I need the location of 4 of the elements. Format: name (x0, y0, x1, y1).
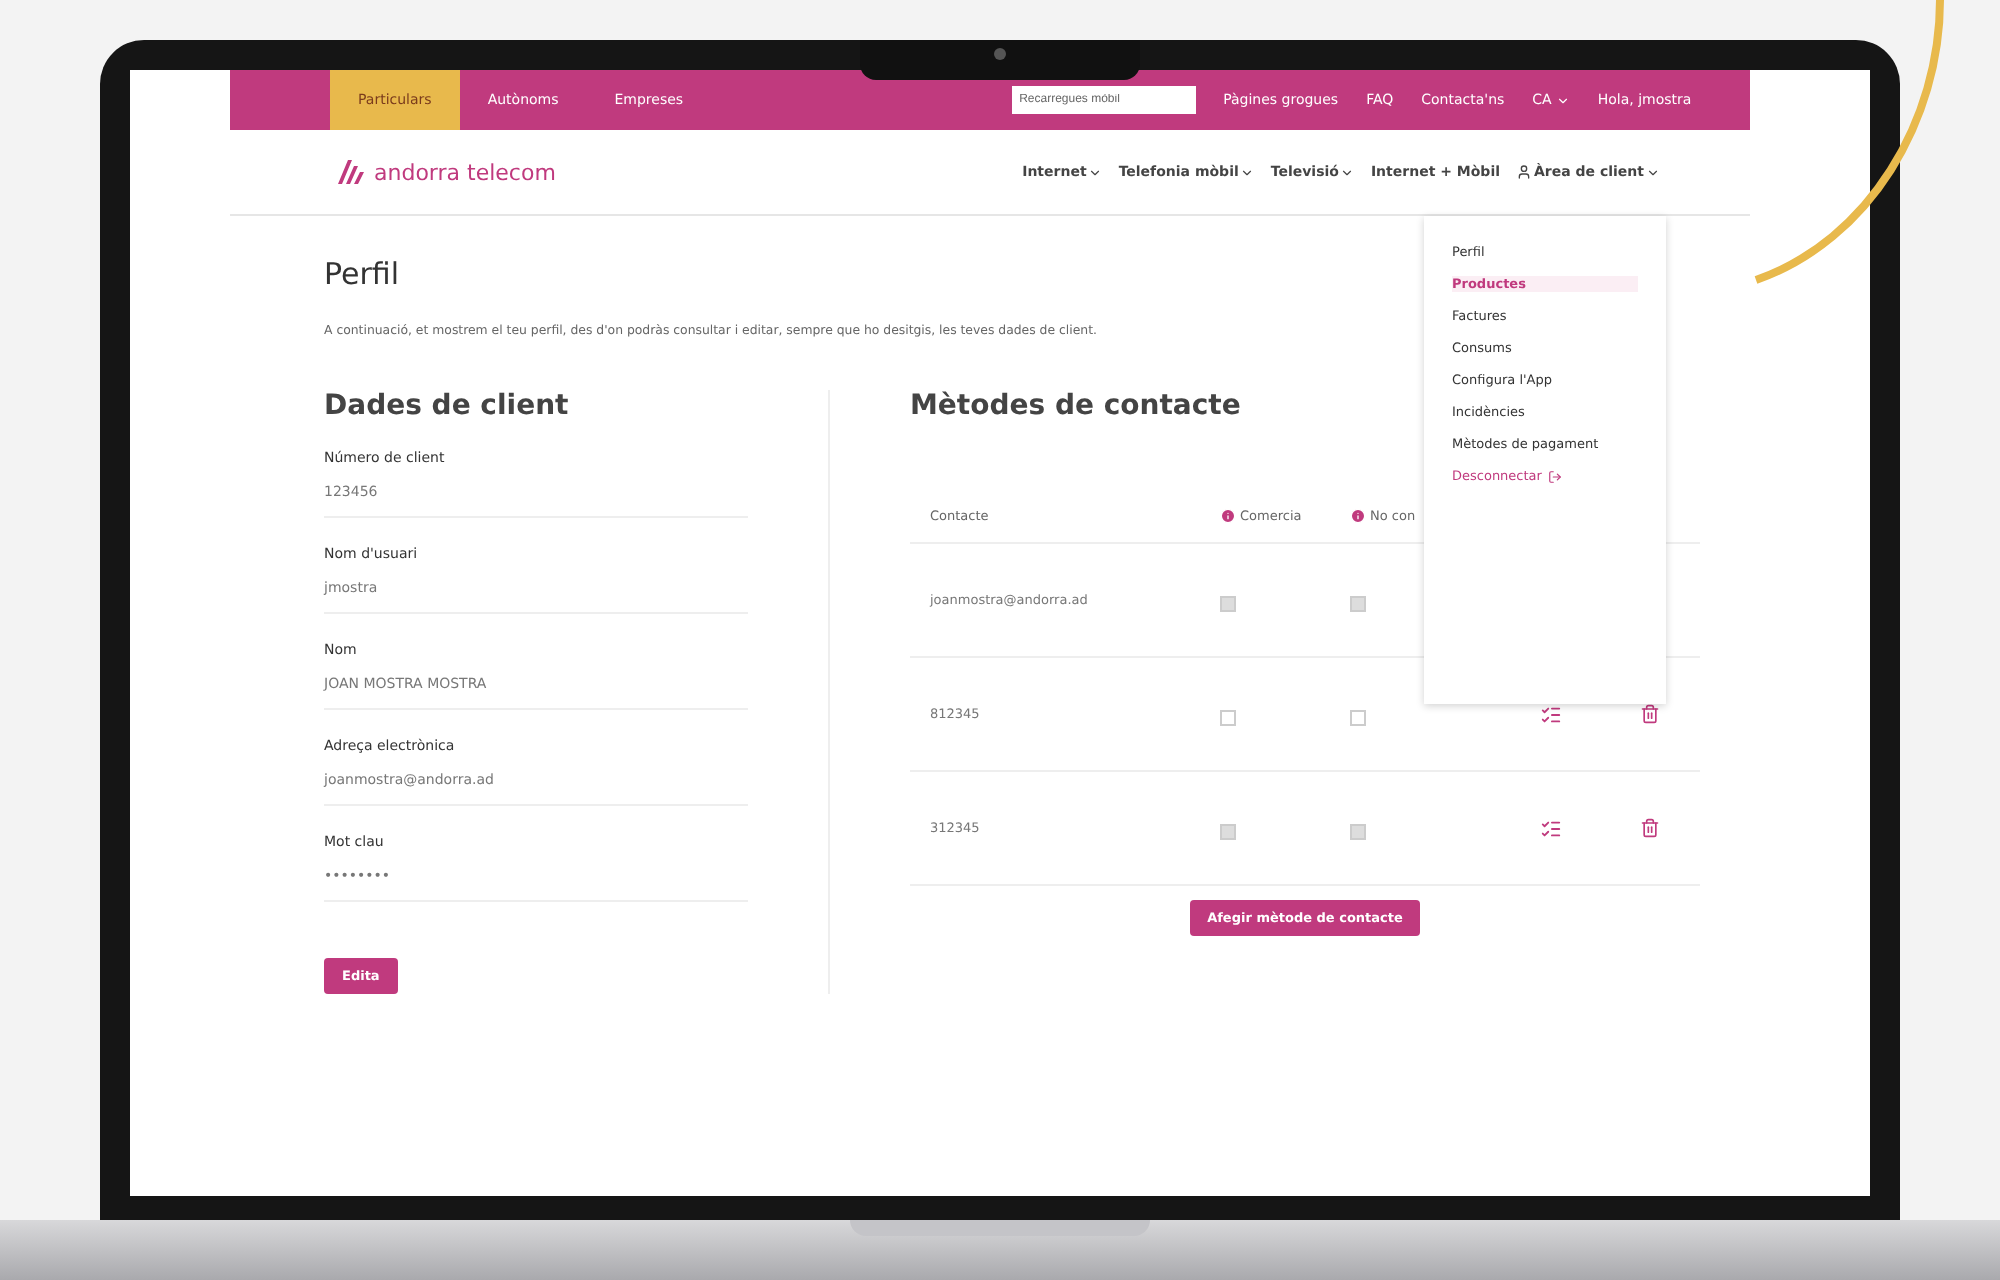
section-title: Mètodes de contacte (910, 390, 1241, 422)
page-title: Perfil (324, 256, 400, 292)
section-title: Dades de client (324, 390, 569, 422)
brand-name: andorra telecom (374, 159, 556, 185)
